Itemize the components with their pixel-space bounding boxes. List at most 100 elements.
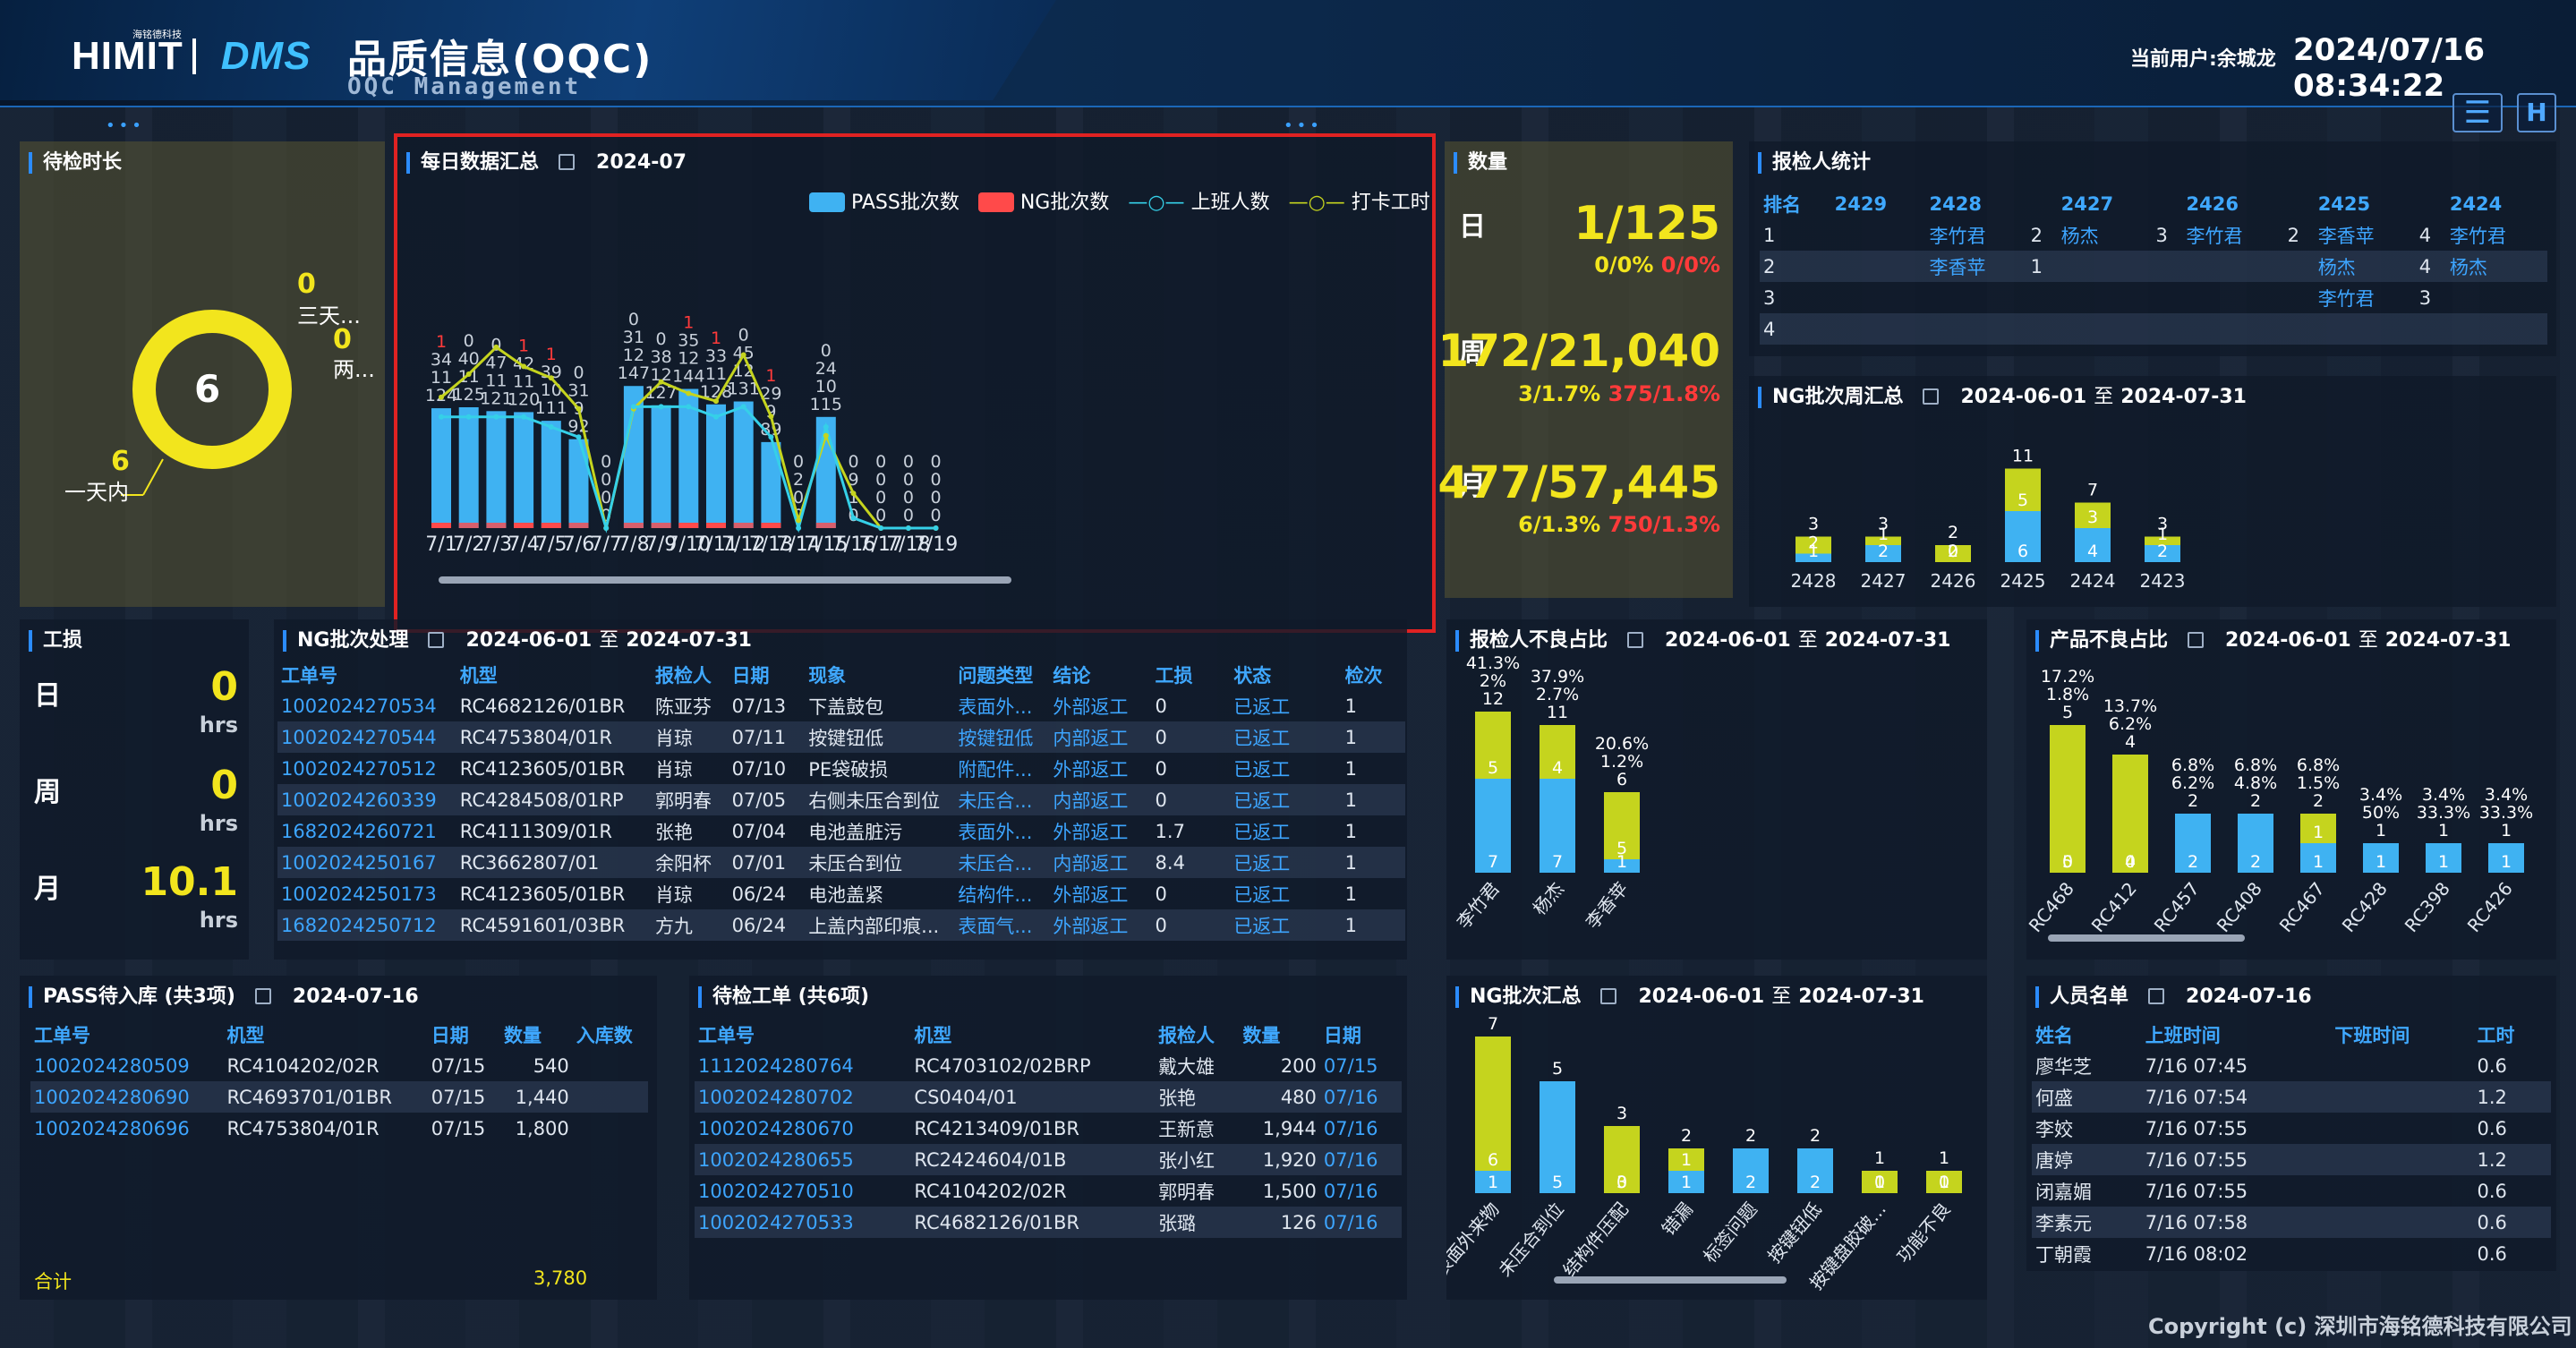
table-cell[interactable]: 外部返工 (1049, 753, 1151, 784)
column-header[interactable]: 姓名 (2032, 1019, 2142, 1050)
table-row[interactable]: 1 李竹君 2 杨杰 3 李竹君 2 李香苹 4 李竹君 (1760, 219, 2547, 251)
column-header[interactable]: 下班时间 (2331, 1019, 2473, 1050)
column-header[interactable]: 2427 (2058, 188, 2153, 219)
table-cell[interactable]: 07/16 (1320, 1113, 1402, 1144)
table-cell[interactable] (2182, 313, 2284, 345)
column-header[interactable] (2153, 188, 2183, 219)
column-header[interactable]: 机型 (910, 1019, 1155, 1050)
date-from[interactable]: 2024-06-01 (465, 629, 592, 652)
table-cell[interactable]: 已返工 (1230, 878, 1341, 909)
table-cell[interactable]: 1002024270544 (277, 721, 456, 753)
table-row[interactable]: 李姣 7/16 07:55 0.6 (2032, 1113, 2551, 1144)
chart-scrollbar[interactable] (439, 576, 1011, 584)
column-header[interactable]: 检次 (1342, 659, 1405, 690)
column-header[interactable]: 2425 (2315, 188, 2416, 219)
table-row[interactable]: 1002024260339 RC4284508/01RP 郭明春 07/05 右侧未压合… (277, 784, 1405, 815)
date-picker[interactable]: 2024-07-16 (293, 985, 419, 1008)
table-cell[interactable]: 07/16 (1319, 1207, 1402, 1238)
column-header[interactable]: 机型 (456, 659, 652, 690)
column-header[interactable]: 排名 (1760, 188, 1831, 219)
table-cell[interactable]: 已返工 (1230, 909, 1342, 941)
table-cell[interactable]: 1682024260721 (277, 815, 456, 847)
column-header[interactable]: 工单号 (695, 1019, 910, 1050)
column-header[interactable]: 数量 (500, 1019, 573, 1050)
table-cell[interactable]: 李竹君 (1926, 219, 2027, 251)
table-row[interactable]: 1682024260721 RC4111309/01R 张艳 07/04 电池盖脏污 表面… (277, 815, 1405, 847)
column-header[interactable]: 问题类型 (954, 659, 1049, 690)
table-row[interactable]: 1002024250173 RC4123605/01BR 肖琼 06/24 电池盖紧 结构… (277, 878, 1405, 909)
table-row[interactable]: 1112024280764 RC4703102/02BRP 戴大雄 200 07/15 (695, 1050, 1402, 1081)
table-cell[interactable] (2058, 282, 2153, 313)
calendar-icon[interactable] (428, 632, 445, 648)
table-cell[interactable]: 07/16 (1319, 1081, 1402, 1113)
table-cell[interactable]: 1002024280690 (30, 1081, 224, 1113)
table-row[interactable]: 丁朝霞 7/16 08:02 0.6 (2032, 1238, 2551, 1269)
table-cell[interactable]: 未压合... (954, 847, 1050, 878)
calendar-icon[interactable] (2148, 988, 2165, 1004)
table-cell[interactable]: 07/16 (1319, 1144, 1402, 1175)
table-row[interactable]: 1002024280655 RC2424604/01B 张小红 1,920 07/16 (695, 1144, 1402, 1175)
table-cell[interactable]: 李竹君 (2183, 219, 2284, 251)
table-cell[interactable]: 表面气... (954, 909, 1050, 941)
table-cell[interactable]: 1002024270533 (695, 1207, 911, 1238)
column-header[interactable]: 机型 (223, 1019, 427, 1050)
home-icon[interactable]: H (2517, 93, 2556, 132)
table-cell[interactable]: 已返工 (1230, 815, 1341, 847)
table-cell[interactable]: 表面外... (954, 690, 1049, 721)
table-cell[interactable]: 已返工 (1230, 721, 1342, 753)
table-cell[interactable]: 1002024260339 (277, 784, 456, 815)
table-cell[interactable]: 1002024250167 (277, 847, 456, 878)
table-cell[interactable]: 1002024280702 (695, 1081, 911, 1113)
table-cell[interactable]: 1002024280670 (695, 1113, 910, 1144)
column-header[interactable]: 工时 (2474, 1019, 2552, 1050)
table-row[interactable]: 廖华芝 7/16 07:45 0.6 (2032, 1050, 2551, 1081)
table-row[interactable]: 1002024270512 RC4123605/01BR 肖琼 07/10 PE袋破损 附… (277, 753, 1405, 784)
column-header[interactable]: 工单号 (277, 659, 456, 690)
table-cell[interactable]: 07/16 (1320, 1175, 1402, 1207)
table-cell[interactable]: 李香苹 (2315, 219, 2416, 251)
column-header[interactable] (2284, 188, 2315, 219)
table-row[interactable]: 1002024270533 RC4682126/01BR 张璐 126 07/16 (695, 1207, 1402, 1238)
table-cell[interactable]: 李竹君 (2446, 219, 2547, 251)
table-cell[interactable]: 1002024280696 (30, 1113, 223, 1144)
table-row[interactable]: 1002024280670 RC4213409/01BR 王新意 1,944 07/16 (695, 1113, 1402, 1144)
table-cell[interactable]: 1112024280764 (695, 1050, 910, 1081)
table-cell[interactable]: 外部返工 (1049, 909, 1152, 941)
table-cell[interactable]: 附配件... (954, 753, 1049, 784)
table-cell[interactable]: 杨杰 (2314, 251, 2416, 282)
table-cell[interactable]: 已返工 (1230, 784, 1342, 815)
column-header[interactable]: 2424 (2446, 188, 2547, 219)
table-cell[interactable]: 内部返工 (1049, 784, 1152, 815)
column-header[interactable]: 现象 (805, 659, 954, 690)
table-cell[interactable]: 李竹君 (2315, 282, 2416, 313)
column-header[interactable]: 工损 (1152, 659, 1231, 690)
table-row[interactable]: 李素元 7/16 07:58 0.6 (2032, 1207, 2551, 1238)
table-cell[interactable]: 杨杰 (2058, 219, 2153, 251)
date-picker[interactable]: 2024-07-16 (2186, 985, 2312, 1008)
table-cell[interactable]: 07/15 (1320, 1050, 1402, 1081)
table-cell[interactable] (2314, 313, 2416, 345)
column-header[interactable]: 数量 (1239, 1019, 1320, 1050)
table-cell[interactable]: 外部返工 (1049, 815, 1151, 847)
table-cell[interactable]: 表面外... (954, 815, 1049, 847)
table-cell[interactable]: 结构件... (954, 878, 1049, 909)
chart-scrollbar[interactable] (1554, 1276, 1787, 1284)
column-header[interactable]: 状态 (1230, 659, 1341, 690)
chart-scrollbar[interactable] (2048, 934, 2245, 942)
column-header[interactable] (2416, 188, 2446, 219)
column-header[interactable]: 日期 (1320, 1019, 1402, 1050)
column-header[interactable]: 上班时间 (2142, 1019, 2332, 1050)
table-cell[interactable] (1926, 282, 2027, 313)
column-header[interactable]: 入库数 (573, 1019, 648, 1050)
table-row[interactable]: 1002024280696 RC4753804/01R 07/15 1,800 (30, 1113, 648, 1144)
table-cell[interactable]: 1002024270534 (277, 690, 456, 721)
table-cell[interactable]: 按键钮低 (954, 721, 1050, 753)
column-header[interactable] (2027, 188, 2058, 219)
table-cell[interactable]: 内部返工 (1049, 847, 1152, 878)
table-cell[interactable]: 1002024270510 (695, 1175, 910, 1207)
table-cell[interactable]: 1682024250712 (277, 909, 456, 941)
table-cell[interactable] (1925, 313, 2027, 345)
column-header[interactable]: 2426 (2183, 188, 2284, 219)
table-row[interactable]: 1002024250167 RC3662807/01 余阳杯 07/01 未压合到位 未压… (277, 847, 1405, 878)
table-cell[interactable]: 内部返工 (1049, 721, 1152, 753)
